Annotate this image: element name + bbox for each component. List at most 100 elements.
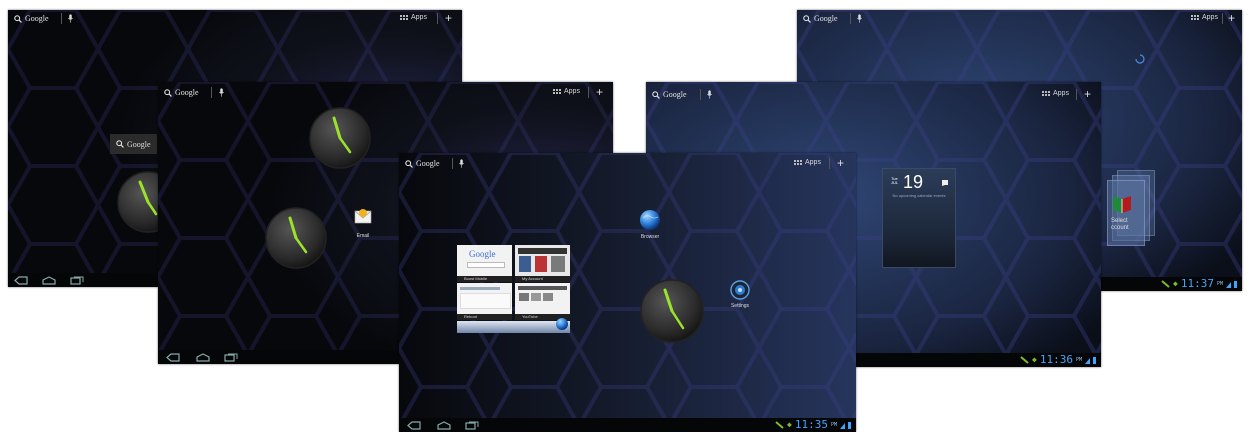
apps-label: Apps [564, 88, 580, 95]
divider [61, 13, 62, 24]
apps-label: Apps [805, 159, 821, 166]
usb-debugging-icon [1020, 355, 1029, 364]
divider [588, 87, 589, 98]
microphone-icon[interactable] [219, 88, 224, 97]
apps-button[interactable]: Apps [794, 159, 821, 166]
bookmark-label: My Account [515, 276, 570, 282]
bookmark-preview-title: Google [469, 249, 496, 259]
add-icon[interactable]: + [837, 157, 844, 169]
signal-battery-icon [1085, 356, 1096, 364]
microphone-icon[interactable] [857, 14, 862, 23]
email-label: Email [356, 233, 370, 239]
home-icon[interactable] [42, 276, 56, 285]
calendar-widget[interactable]: Tue JUL 19 No upcoming calendar events [882, 168, 956, 268]
top-bar: Google Apps + [399, 153, 856, 173]
add-icon[interactable]: + [1228, 12, 1235, 24]
apps-label: Apps [1202, 14, 1218, 21]
apps-grid-icon [1042, 91, 1050, 96]
status-area[interactable]: ◆ 11:36 PM [1020, 353, 1097, 366]
add-icon[interactable]: + [445, 12, 452, 24]
divider [1076, 89, 1077, 100]
apps-label: Apps [411, 14, 427, 21]
search-icon [405, 159, 413, 168]
recent-apps-icon[interactable] [465, 421, 479, 430]
usb-debugging-icon [775, 420, 784, 429]
apps-button[interactable]: Apps [400, 14, 427, 21]
bookmark-thumbnail[interactable]: YouTube [515, 283, 570, 320]
book-icon [1113, 196, 1131, 213]
calendar-empty-message: No upcoming calendar events [892, 193, 946, 198]
apps-grid-icon [400, 15, 408, 20]
search-icon [803, 14, 811, 23]
back-icon[interactable] [166, 353, 180, 362]
settings-icon [730, 280, 750, 300]
divider [829, 158, 830, 169]
analog-clock-widget [309, 107, 371, 169]
search-icon [164, 88, 172, 97]
apps-button[interactable]: Apps [1191, 14, 1218, 21]
apps-grid-icon [553, 89, 561, 94]
notification-icon: ◆ [1032, 355, 1037, 364]
clock-ampm: PM [830, 421, 837, 428]
account-widget[interactable]: Select ccount [1107, 170, 1155, 246]
new-event-icon[interactable] [941, 179, 949, 187]
email-shortcut[interactable]: Email [350, 207, 376, 243]
recent-apps-icon[interactable] [224, 353, 238, 362]
microphone-icon[interactable] [459, 159, 464, 168]
status-area[interactable]: ◆ 11:37 PM [1161, 277, 1238, 290]
back-icon[interactable] [407, 421, 421, 430]
divider [1222, 13, 1223, 24]
search-icon [14, 14, 22, 23]
google-search-button[interactable]: Google [14, 14, 49, 23]
bookmark-row-partial [457, 321, 570, 333]
apps-button[interactable]: Apps [553, 88, 580, 95]
search-icon [116, 140, 124, 148]
google-search-widget-label: Google [127, 139, 151, 149]
browser-label: Browser [640, 234, 660, 240]
google-search-button[interactable]: Google [405, 159, 440, 168]
google-search-button[interactable]: Google [803, 14, 838, 23]
home-icon[interactable] [196, 353, 210, 362]
back-icon[interactable] [14, 276, 28, 285]
browser-shortcut[interactable]: Browser [635, 209, 665, 243]
google-search-button[interactable]: Google [652, 90, 687, 99]
settings-shortcut[interactable]: Settings [725, 280, 755, 314]
loading-spinner-icon [1135, 54, 1145, 64]
calendar-date: 19 [903, 172, 924, 192]
microphone-icon[interactable] [68, 14, 73, 23]
browser-globe-icon [556, 318, 568, 330]
google-search-label: Google [814, 14, 838, 23]
signal-battery-icon [840, 421, 851, 429]
google-search-label: Google [25, 14, 49, 23]
divider [700, 89, 701, 100]
notification-icon: ◆ [787, 420, 792, 429]
bookmark-thumbnail[interactable]: Google Boost Mobile [457, 245, 512, 282]
divider [452, 158, 453, 169]
notification-icon: ◆ [1173, 279, 1178, 288]
bookmark-label: Reboot [457, 314, 512, 320]
microphone-icon[interactable] [707, 90, 712, 99]
google-search-widget[interactable]: Google [110, 134, 157, 154]
add-icon[interactable]: + [1084, 88, 1091, 100]
google-search-label: Google [416, 159, 440, 168]
apps-label: Apps [1053, 90, 1069, 97]
top-bar: Google Apps + [158, 82, 613, 102]
bookmark-thumbnail[interactable]: Reboot [457, 283, 512, 320]
add-icon[interactable]: + [596, 86, 603, 98]
google-search-label: Google [175, 88, 199, 97]
analog-clock-widget [265, 207, 327, 269]
apps-button[interactable]: Apps [1042, 90, 1069, 97]
analog-clock-widget [640, 279, 704, 343]
google-search-label: Google [663, 90, 687, 99]
status-area[interactable]: ◆ 11:35 PM [775, 418, 852, 431]
settings-label: Settings [730, 303, 750, 309]
calendar-day-month: Tue JUL [891, 176, 899, 185]
apps-grid-icon [794, 160, 802, 165]
home-icon[interactable] [437, 421, 451, 430]
clock-ampm: PM [1216, 280, 1223, 287]
recent-apps-icon[interactable] [70, 276, 84, 285]
google-search-button[interactable]: Google [164, 88, 199, 97]
signal-battery-icon [1226, 280, 1237, 288]
bookmark-thumbnail[interactable]: My Account [515, 245, 570, 282]
divider [211, 87, 212, 98]
